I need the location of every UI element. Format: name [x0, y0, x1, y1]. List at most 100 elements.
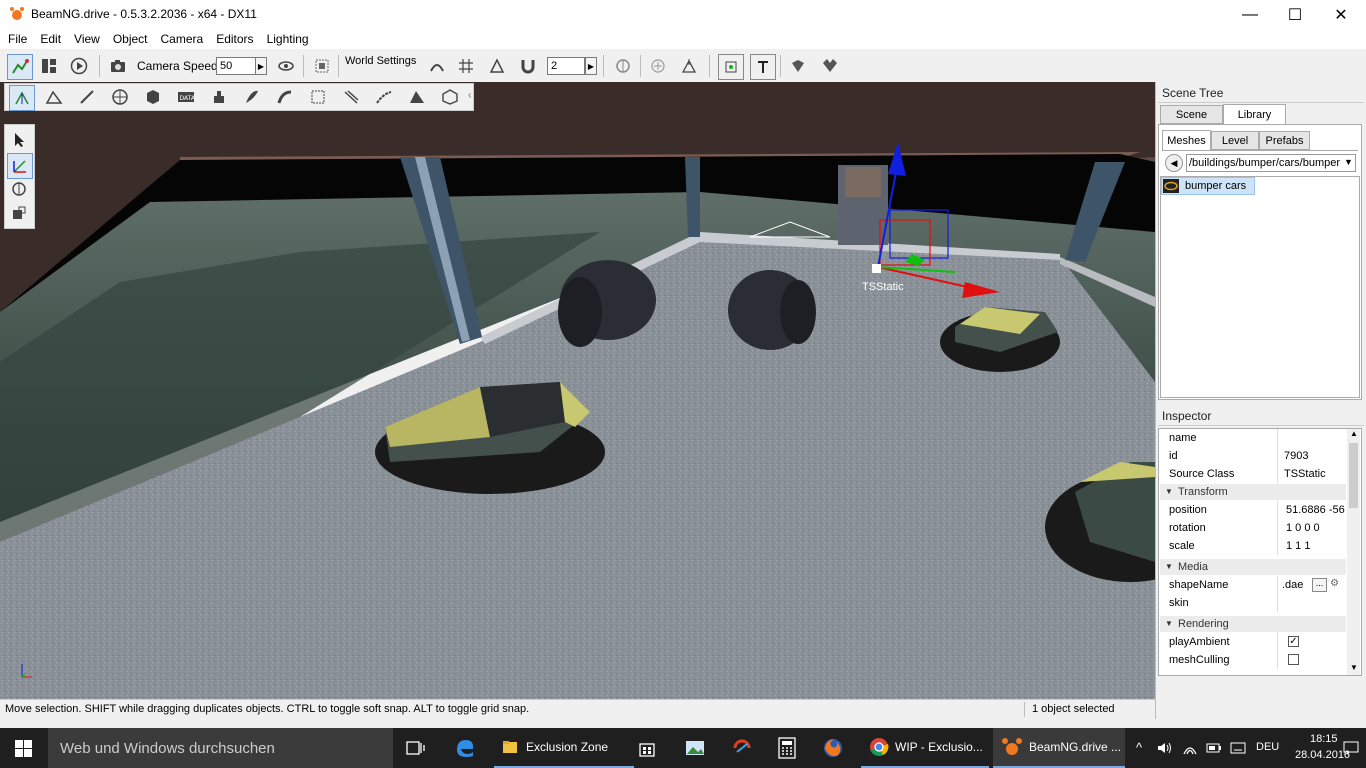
subtab-level[interactable]: Level	[1211, 131, 1259, 150]
visibility-eye-icon[interactable]	[274, 54, 298, 78]
object-text-icon[interactable]	[750, 54, 776, 80]
shape-edit-icon[interactable]: ⚙	[1330, 578, 1339, 589]
menu-editors[interactable]: Editors	[208, 30, 258, 49]
notification-center-icon[interactable]	[1343, 740, 1359, 756]
snap-bounds-icon[interactable]	[485, 54, 509, 78]
position-field[interactable]: 51.6886 -56	[1286, 504, 1346, 516]
river-editor-icon[interactable]	[273, 85, 297, 109]
rotate-gizmo-icon[interactable]	[7, 177, 31, 201]
menu-view[interactable]: View	[66, 30, 105, 49]
chevron-down-icon[interactable]: ▼	[1344, 157, 1353, 167]
scale-field[interactable]: 1 1 1	[1286, 540, 1310, 552]
mesh-editor-icon[interactable]	[306, 85, 330, 109]
battery-icon[interactable]	[1206, 742, 1222, 754]
scroll-down-icon[interactable]: ▼	[1350, 663, 1358, 672]
object-center-icon[interactable]	[718, 54, 744, 80]
forest-editor-icon[interactable]	[240, 85, 264, 109]
chevron-down-icon[interactable]: ▼	[1165, 487, 1173, 496]
camera-speed-spinner[interactable]: ▶	[255, 57, 267, 75]
shape-editor-icon[interactable]	[438, 85, 462, 109]
menu-object[interactable]: Object	[105, 30, 153, 49]
taskbar-item-chrome-wip[interactable]: WIP - Exclusio...	[861, 728, 989, 768]
windows-start-icon[interactable]	[15, 740, 32, 757]
menu-lighting[interactable]: Lighting	[259, 30, 314, 49]
list-item[interactable]: bumper cars	[1161, 177, 1255, 195]
camera-speed-input[interactable]: 50	[216, 57, 256, 75]
terrain-editor-icon[interactable]	[42, 85, 66, 109]
chevron-down-icon[interactable]: ▼	[1165, 562, 1173, 571]
ccleaner-icon[interactable]	[731, 738, 753, 758]
drop-at-camera-icon[interactable]	[677, 54, 701, 78]
drop-at-origin-icon[interactable]	[646, 54, 670, 78]
tray-chevron-icon[interactable]: ^	[1136, 740, 1142, 755]
inspector-scrollbar[interactable]: ▲ ▼	[1347, 429, 1360, 675]
photo-viewer-icon[interactable]	[684, 738, 706, 758]
taskbar-item-exclusion-zone[interactable]: Exclusion Zone	[494, 728, 634, 768]
network-icon[interactable]	[1182, 740, 1198, 756]
menu-file[interactable]: File	[0, 30, 32, 49]
close-button[interactable]: ✕	[1318, 0, 1364, 30]
group-rendering[interactable]: ▼ Rendering	[1160, 616, 1346, 632]
minimize-button[interactable]: —	[1227, 0, 1273, 30]
mesh-road-icon[interactable]	[786, 54, 810, 78]
tab-library[interactable]: Library	[1223, 104, 1286, 125]
browse-button[interactable]: ...	[1312, 578, 1327, 592]
scrollbar-thumb[interactable]	[1349, 443, 1358, 508]
store-icon[interactable]	[637, 738, 657, 758]
road-editor-icon[interactable]	[339, 85, 363, 109]
clock-time[interactable]: 18:15	[1310, 733, 1338, 745]
library-path-select[interactable]: /buildings/bumper/cars/bumper	[1186, 154, 1356, 172]
move-gizmo-icon[interactable]	[7, 153, 33, 179]
magnet-icon[interactable]	[516, 54, 540, 78]
scroll-up-icon[interactable]: ▲	[1350, 429, 1358, 438]
group-transform[interactable]: ▼ Transform	[1160, 484, 1346, 500]
chevron-down-icon[interactable]: ▼	[1165, 619, 1173, 628]
screenshot-icon[interactable]	[310, 54, 334, 78]
maximize-button[interactable]: ☐	[1272, 0, 1318, 30]
datablock-editor-icon[interactable]: DATA	[174, 85, 198, 109]
rotation-field[interactable]: 1 0 0 0	[1286, 522, 1320, 534]
meshculling-checkbox[interactable]	[1288, 654, 1299, 665]
decal-editor-icon[interactable]	[207, 85, 231, 109]
snap-to-terrain-icon[interactable]	[425, 54, 449, 78]
calculator-icon[interactable]	[777, 737, 797, 759]
volume-icon[interactable]	[1157, 741, 1173, 755]
subtab-prefabs[interactable]: Prefabs	[1259, 131, 1310, 150]
world-settings-label[interactable]: World Settings	[345, 55, 416, 67]
taskbar-item-beamng[interactable]: BeamNG.drive ...	[993, 728, 1125, 768]
grid-icon[interactable]	[454, 54, 478, 78]
grid-size-input[interactable]: 2	[547, 57, 585, 75]
select-mode-icon[interactable]	[611, 54, 635, 78]
tab-scene[interactable]: Scene	[1160, 105, 1223, 124]
task-view-icon[interactable]	[406, 740, 426, 756]
back-arrow-icon[interactable]: ◀	[1165, 154, 1183, 172]
language-indicator[interactable]: DEU	[1256, 741, 1279, 753]
firefox-icon[interactable]	[822, 737, 844, 759]
navmesh-icon[interactable]	[405, 85, 429, 109]
menu-edit[interactable]: Edit	[32, 30, 66, 49]
wireframe-icon[interactable]	[818, 54, 842, 78]
menu-camera[interactable]: Camera	[153, 30, 209, 49]
decal-road-icon[interactable]	[372, 85, 396, 109]
camera-icon[interactable]	[106, 54, 130, 78]
shapename-field[interactable]: .dae	[1282, 579, 1303, 591]
playambient-checkbox[interactable]: ✓	[1288, 636, 1299, 647]
clock-date[interactable]: 28.04.2016	[1295, 749, 1350, 761]
scale-gizmo-icon[interactable]	[7, 201, 31, 225]
play-game-icon[interactable]	[67, 54, 91, 78]
taskbar-search-box[interactable]: Web und Windows durchsuchen	[48, 728, 393, 768]
3d-viewport[interactable]: TSStatic	[0, 82, 1155, 699]
search-input[interactable]: Web und Windows durchsuchen	[60, 740, 275, 757]
select-arrow-icon[interactable]	[7, 128, 31, 152]
keyboard-icon[interactable]	[1230, 741, 1246, 755]
toolbar-overflow-icon[interactable]: ‹	[468, 90, 471, 101]
material-editor-icon[interactable]	[141, 85, 165, 109]
gui-editor-icon[interactable]	[37, 54, 61, 78]
grid-size-spinner[interactable]: ▶	[585, 57, 597, 75]
world-editor-icon[interactable]	[7, 54, 33, 80]
terrain-painter-icon[interactable]	[75, 85, 99, 109]
subtab-meshes[interactable]: Meshes	[1162, 130, 1211, 151]
sun-sky-icon[interactable]	[108, 85, 132, 109]
group-media[interactable]: ▼ Media	[1160, 559, 1346, 575]
edge-browser-icon[interactable]	[454, 738, 476, 758]
